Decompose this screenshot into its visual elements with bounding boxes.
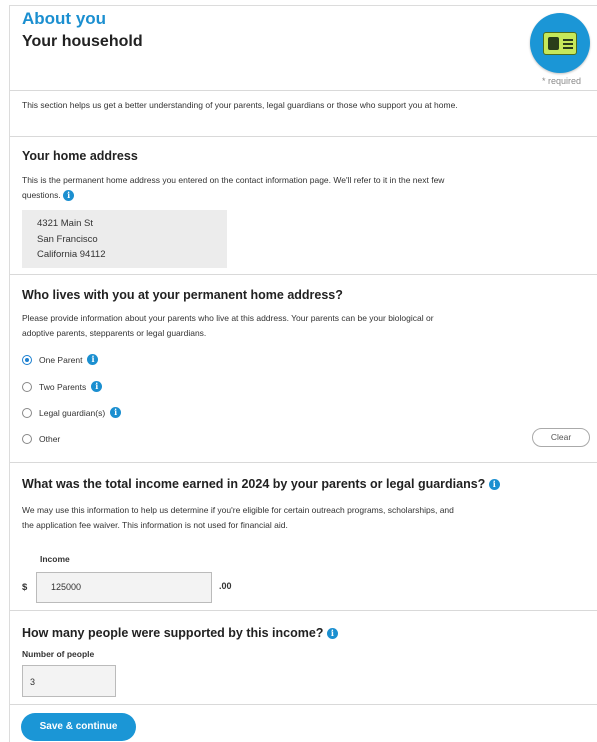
income-input[interactable]: 125000 [36, 572, 212, 603]
radio-label: Two Parents [39, 381, 87, 392]
id-card-badge [530, 13, 590, 73]
address-line: California 94112 [37, 249, 106, 260]
divider [10, 90, 597, 91]
who-lives-heading: Who lives with you at your permanent hom… [22, 288, 343, 302]
income-description: We may use this information to help us d… [22, 505, 454, 530]
address-line: San Francisco [37, 233, 98, 245]
radio-button[interactable] [22, 407, 32, 418]
divider [10, 610, 597, 611]
radio-option-other[interactable]: Other [22, 434, 60, 444]
id-card-icon [543, 32, 577, 55]
info-icon[interactable]: i [326, 628, 338, 640]
people-count-input[interactable]: 3 [22, 665, 116, 697]
info-icon[interactable]: i [87, 354, 99, 365]
radio-option-two-parents[interactable]: Two Parents i [22, 381, 103, 392]
clear-button[interactable]: Clear [532, 428, 590, 447]
info-icon[interactable]: i [488, 479, 500, 491]
home-address-box: 4321 Main St San Francisco California 94… [22, 210, 227, 268]
home-address-heading: Your home address [22, 149, 138, 163]
home-address-description: This is the permanent home address you e… [22, 175, 445, 202]
intro-text: This section helps us get a better under… [22, 100, 458, 110]
page-title: Your household [22, 33, 143, 50]
info-icon[interactable]: i [63, 190, 75, 202]
radio-label: Legal guardian(s) [39, 407, 106, 418]
radio-button[interactable] [22, 354, 32, 365]
people-field-label: Number of people [22, 649, 95, 659]
radio-option-one-parent[interactable]: One Parent i [22, 354, 99, 365]
income-cents: .00 [219, 581, 232, 591]
required-note: * required [542, 76, 582, 86]
info-icon[interactable]: i [91, 381, 103, 392]
save-continue-button[interactable]: Save & continue [21, 713, 136, 741]
currency-symbol: $ [22, 582, 28, 593]
divider [10, 462, 597, 463]
income-field-label: Income [40, 554, 70, 564]
radio-label: Other [39, 434, 61, 444]
radio-label: One Parent [39, 354, 83, 365]
section-label: About you [22, 9, 107, 28]
radio-option-legal-guardians[interactable]: Legal guardian(s) i [22, 407, 122, 418]
divider [10, 274, 597, 275]
people-heading: How many people were supported by this i… [22, 626, 338, 640]
who-lives-description: Please provide information about your pa… [22, 313, 434, 338]
address-line: 4321 Main St [37, 218, 93, 229]
info-icon[interactable]: i [110, 407, 122, 418]
divider [10, 136, 597, 137]
radio-button[interactable] [22, 381, 32, 392]
household-form-page: About you Your household * required This… [9, 5, 597, 742]
radio-button[interactable] [22, 434, 32, 444]
divider [10, 704, 597, 705]
income-heading: What was the total income earned in 2024… [22, 477, 500, 491]
